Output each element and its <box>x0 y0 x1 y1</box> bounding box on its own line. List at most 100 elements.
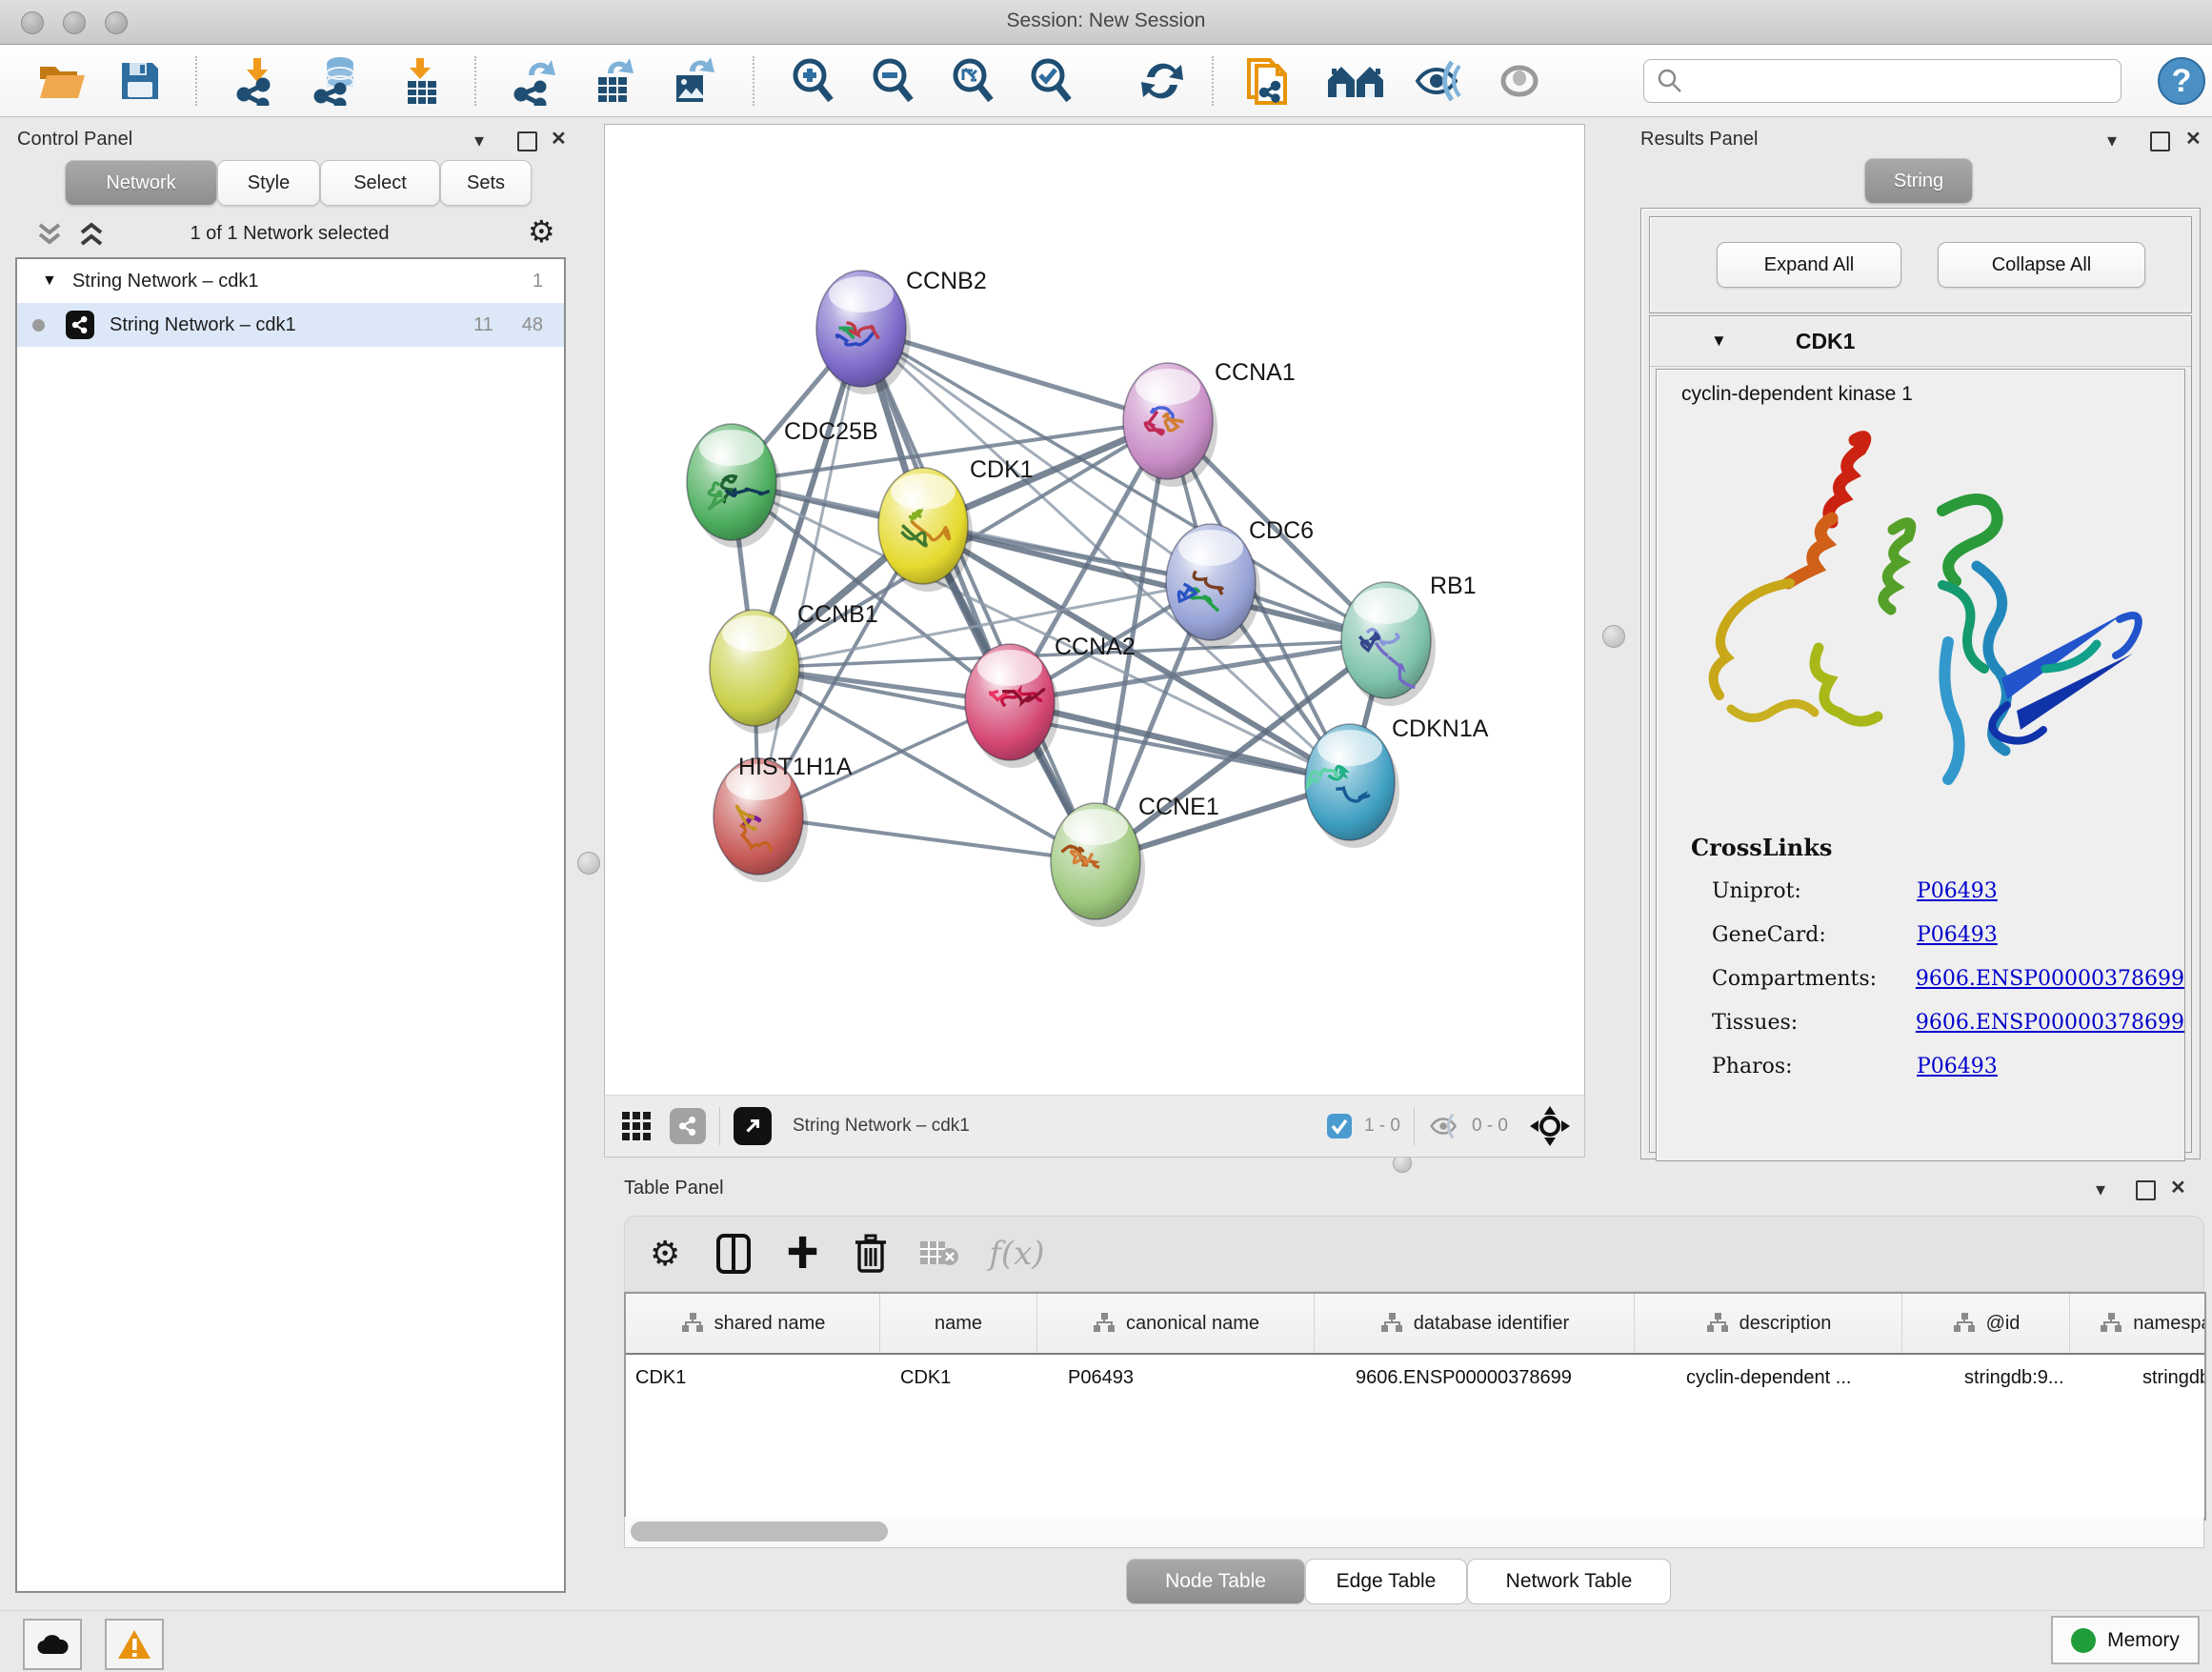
crosslink-link[interactable]: P06493 <box>1917 879 1998 903</box>
table-settings-gear-icon[interactable]: ⚙ <box>650 1234 680 1274</box>
tab-edge-table[interactable]: Edge Table <box>1305 1559 1467 1604</box>
memory-button[interactable]: Memory <box>2051 1616 2200 1664</box>
column-type-icon <box>1705 1312 1730 1335</box>
node-label-CDC6: CDC6 <box>1249 517 1314 544</box>
collection-expand-icon[interactable]: ▼ <box>42 272 57 290</box>
string-import-button[interactable] <box>1235 54 1301 108</box>
table-cell[interactable]: cyclin-dependent ... <box>1671 1367 1949 1389</box>
network-collection-row[interactable]: ▼ String Network – cdk1 1 <box>17 259 564 303</box>
show-columns-icon[interactable] <box>714 1233 753 1275</box>
hide-selected-button[interactable] <box>1406 54 1473 108</box>
node-table[interactable]: shared namenamecanonical namedatabase id… <box>624 1292 2206 1521</box>
panel-close-icon[interactable]: ✕ <box>551 130 567 149</box>
import-network-file-button[interactable] <box>224 54 291 108</box>
export-table-button[interactable] <box>583 54 650 108</box>
crosslink-link[interactable]: 9606.ENSP00000378699 <box>1916 967 2184 991</box>
import-table-file-button[interactable] <box>389 54 455 108</box>
panel-close-icon[interactable]: ✕ <box>2185 130 2202 149</box>
zoom-selected-button[interactable] <box>1017 54 1084 108</box>
save-session-button[interactable] <box>107 54 173 108</box>
crosslink-link[interactable]: 9606.ENSP00000378699 <box>1916 1011 2184 1035</box>
cloud-button[interactable] <box>23 1619 82 1670</box>
table-cell[interactable]: CDK1 <box>626 1367 885 1389</box>
column-header-shared-name[interactable]: shared name <box>626 1294 880 1353</box>
column-header-description[interactable]: description <box>1635 1294 1902 1353</box>
help-icon: ? <box>2157 56 2206 106</box>
panel-menu-icon[interactable]: ▾ <box>2096 1180 2105 1199</box>
expand-all-button[interactable]: Expand All <box>1717 242 1901 288</box>
refresh-view-button[interactable] <box>1129 54 1196 108</box>
scrollbar-thumb[interactable] <box>631 1521 888 1541</box>
tab-sets[interactable]: Sets <box>440 160 532 206</box>
collapse-all-button[interactable]: Collapse All <box>1938 242 2145 288</box>
left-splitter-grip[interactable] <box>577 852 600 875</box>
export-network-button[interactable] <box>503 54 570 108</box>
right-splitter-grip[interactable] <box>1602 625 1625 648</box>
tab-string[interactable]: String <box>1864 158 1973 204</box>
show-all-networks-button[interactable] <box>1322 54 1389 108</box>
birds-eye-grid-icon[interactable] <box>620 1110 653 1142</box>
network-view-canvas[interactable]: CCNB2CCNA1CDC25BCDK1CDC6RB1CCNB1CCNA2CDK… <box>604 124 1585 1097</box>
search-input[interactable] <box>1690 62 2121 100</box>
crosslink-link[interactable]: P06493 <box>1917 1055 1998 1078</box>
tab-node-table[interactable]: Node Table <box>1126 1559 1305 1604</box>
zoom-out-button[interactable] <box>859 54 926 108</box>
export-network-icon <box>512 56 561 106</box>
column-header-@id[interactable]: @id <box>1902 1294 2070 1353</box>
table-panel-title: Table Panel <box>624 1178 724 1199</box>
tab-network[interactable]: Network <box>65 160 217 206</box>
table-horizontal-scrollbar[interactable] <box>624 1517 2204 1548</box>
add-column-plus-icon[interactable] <box>787 1235 821 1273</box>
network-edge-CCNB2-CCNE1[interactable] <box>861 329 1096 861</box>
column-header-namespace[interactable]: namespace <box>2070 1294 2206 1353</box>
fit-selected-crosshair-icon[interactable] <box>1529 1105 1571 1147</box>
table-row[interactable]: CDK1CDK1P064939606.ENSP00000378699cyclin… <box>626 1355 2204 1400</box>
panel-close-icon[interactable]: ✕ <box>2170 1178 2186 1198</box>
eye-slash-icon <box>1414 58 1465 104</box>
panel-float-icon[interactable] <box>2136 1180 2156 1200</box>
column-header-name[interactable]: name <box>880 1294 1037 1353</box>
crosslink-link[interactable]: P06493 <box>1917 923 1998 947</box>
table-cell[interactable]: stringdb <box>2127 1367 2206 1389</box>
network-edge-CCNA2-CDKN1A[interactable] <box>1010 702 1350 782</box>
table-cell[interactable]: CDK1 <box>885 1367 1053 1389</box>
network-edge-HIST1H1A-CCNE1[interactable] <box>758 816 1096 861</box>
panel-menu-icon[interactable]: ▾ <box>474 131 484 151</box>
help-button[interactable]: ? <box>2148 54 2212 108</box>
svg-text:?: ? <box>2172 63 2192 99</box>
hidden-eye-icon[interactable] <box>1428 1112 1462 1140</box>
table-cell[interactable]: stringdb:9... <box>1949 1367 2127 1389</box>
selected-counts: 1 - 0 <box>1364 1116 1400 1137</box>
panel-float-icon[interactable] <box>2150 131 2170 151</box>
selected-checkbox-icon[interactable] <box>1326 1113 1353 1139</box>
network-share-icon[interactable] <box>670 1108 706 1144</box>
show-hidden-button[interactable] <box>1486 54 1553 108</box>
zoom-fit-button[interactable] <box>939 54 1006 108</box>
table-cell[interactable]: 9606.ENSP00000378699 <box>1340 1367 1671 1389</box>
tab-style[interactable]: Style <box>217 160 320 206</box>
network-options-gear-icon[interactable]: ⚙ <box>528 213 555 250</box>
column-header-database-identifier[interactable]: database identifier <box>1315 1294 1635 1353</box>
warnings-button[interactable] <box>105 1619 164 1670</box>
string-document-icon <box>1243 54 1293 108</box>
network-row[interactable]: String Network – cdk1 11 48 <box>17 303 564 347</box>
node-label-CCNA1: CCNA1 <box>1215 359 1296 386</box>
entry-collapse-icon[interactable]: ▼ <box>1711 332 1727 351</box>
node-table-header: shared namenamecanonical namedatabase id… <box>626 1294 2204 1355</box>
zoom-in-button[interactable] <box>779 54 846 108</box>
import-network-database-button[interactable] <box>305 54 372 108</box>
open-session-button[interactable] <box>29 54 95 108</box>
tab-select[interactable]: Select <box>320 160 440 206</box>
delete-column-trash-icon[interactable] <box>854 1233 888 1275</box>
panel-menu-icon[interactable]: ▾ <box>2107 131 2117 151</box>
column-type-icon <box>680 1312 705 1335</box>
tab-network-table[interactable]: Network Table <box>1467 1559 1671 1604</box>
export-image-button[interactable] <box>661 54 728 108</box>
node-label-CDK1: CDK1 <box>970 456 1034 483</box>
column-header-canonical-name[interactable]: canonical name <box>1037 1294 1315 1353</box>
table-cell[interactable]: P06493 <box>1053 1367 1340 1389</box>
open-in-window-icon[interactable] <box>734 1107 772 1145</box>
control-panel: Control Panel ▾ ✕ Network Style Select S… <box>10 124 570 1596</box>
window-titlebar: Session: New Session <box>0 0 2212 45</box>
panel-float-icon[interactable] <box>517 131 537 151</box>
